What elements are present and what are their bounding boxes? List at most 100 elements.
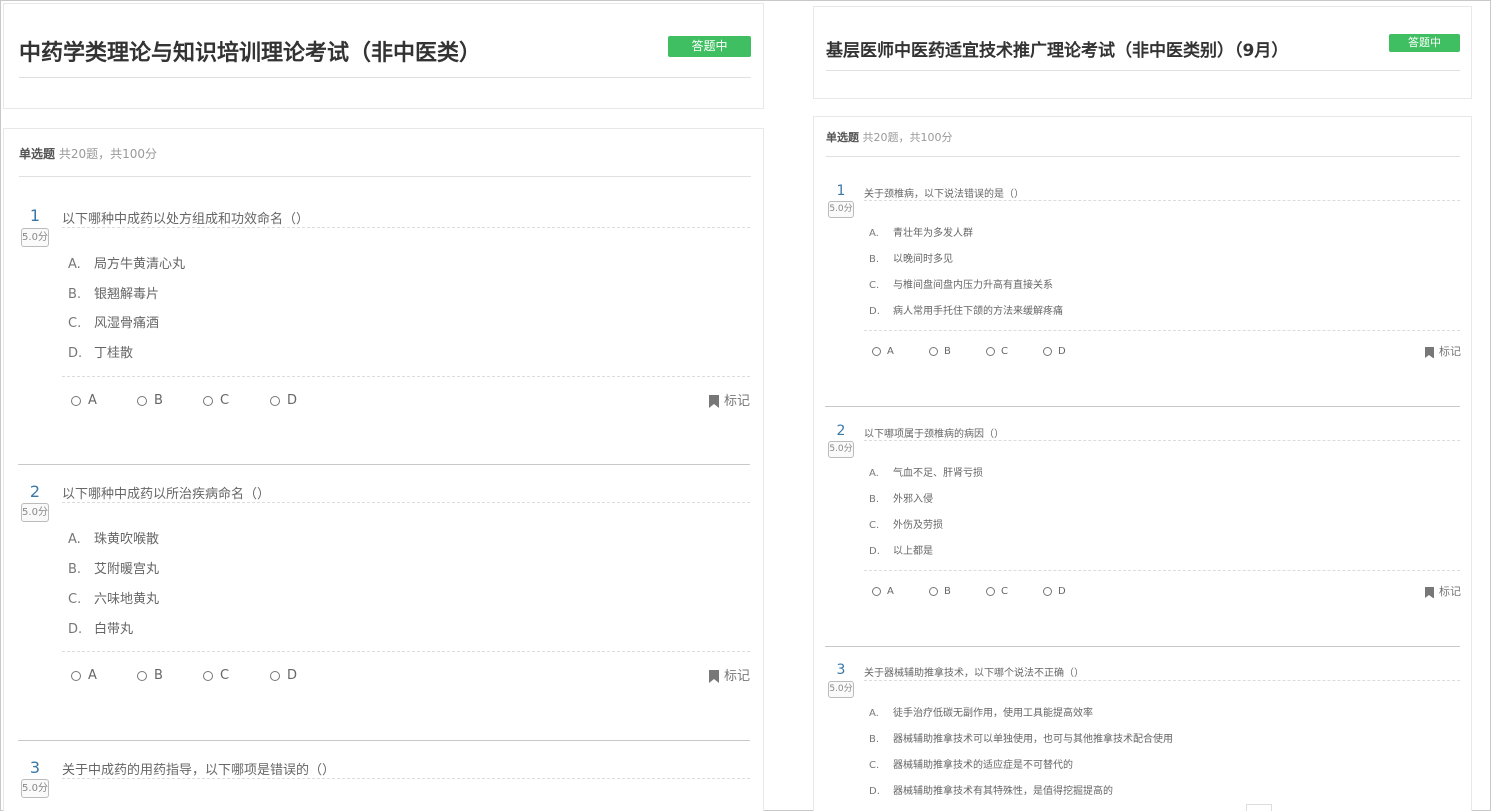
question-number: 1 xyxy=(836,183,846,199)
option-a[interactable]: A. 局方牛黄清心丸 xyxy=(68,253,185,272)
back-to-top-button[interactable] xyxy=(1246,804,1272,811)
question-number: 1 xyxy=(29,206,41,225)
option-a[interactable]: A. 气血不足、肝肾亏损 xyxy=(869,464,983,479)
option-text: 局方牛黄清心丸 xyxy=(94,257,186,272)
option-letter: B. xyxy=(869,494,880,505)
option-text: 白带丸 xyxy=(94,622,134,637)
question-text: 以下哪项属于颈椎病的病因（） xyxy=(864,429,1004,440)
radio-d[interactable]: D xyxy=(1043,586,1066,597)
radio-c[interactable]: C xyxy=(986,346,1008,357)
option-c[interactable]: C. 六味地黄丸 xyxy=(68,588,159,607)
option-letter: C. xyxy=(869,760,880,771)
divider xyxy=(864,200,1460,201)
status-badge: 答题中 xyxy=(668,36,751,57)
question-number: 2 xyxy=(836,423,846,439)
option-c[interactable]: C. 风湿骨痛酒 xyxy=(68,312,159,331)
section-type: 单选题 xyxy=(19,147,56,161)
option-letter: C. xyxy=(869,280,880,291)
radio-b[interactable]: B xyxy=(929,346,951,357)
radio-c[interactable]: C xyxy=(203,393,229,408)
radio-label: A xyxy=(887,586,894,597)
divider xyxy=(62,376,750,377)
option-b[interactable]: B. 器械辅助推拿技术可以单独使用，也可与其他推拿技术配合使用 xyxy=(869,730,1173,745)
option-letter: B. xyxy=(869,734,880,745)
option-d[interactable]: D. 丁桂散 xyxy=(68,342,133,361)
option-letter: D. xyxy=(869,786,880,797)
section-header: 单选题 共20题，共100分 xyxy=(826,129,953,145)
option-text: 外邪入侵 xyxy=(893,494,933,505)
option-c[interactable]: C. 与椎间盘间盘内压力升高有直接关系 xyxy=(869,276,1053,291)
question-separator xyxy=(825,646,1460,647)
radio-b[interactable]: B xyxy=(929,586,951,597)
radio-d[interactable]: D xyxy=(270,668,297,683)
option-b[interactable]: B. 外邪入侵 xyxy=(869,490,933,505)
radio-circle-icon xyxy=(137,670,147,681)
option-text: 病人常用手托住下颌的方法来缓解疼痛 xyxy=(893,306,1063,317)
option-d[interactable]: D. 白带丸 xyxy=(68,618,133,637)
radio-circle-icon xyxy=(1043,586,1052,596)
option-a[interactable]: A. 青壮年为多发人群 xyxy=(869,224,973,239)
option-c[interactable]: C. 外伤及劳损 xyxy=(869,516,943,531)
option-letter: A. xyxy=(68,532,81,547)
option-letter: A. xyxy=(869,228,879,239)
option-a[interactable]: A. 徒手治疗低碳无副作用，使用工具能提高效率 xyxy=(869,704,1093,719)
radio-a[interactable]: A xyxy=(872,586,894,597)
option-text: 六味地黄丸 xyxy=(94,592,160,607)
radio-label: B xyxy=(944,586,951,597)
exam-header-card: 中药学类理论与知识培训理论考试（非中医类） 答题中 xyxy=(3,3,764,109)
radio-b[interactable]: B xyxy=(137,668,163,683)
radio-a[interactable]: A xyxy=(71,668,97,683)
radio-d[interactable]: D xyxy=(270,393,297,408)
radio-label: D xyxy=(1058,346,1066,357)
radio-c[interactable]: C xyxy=(203,668,229,683)
radio-label: A xyxy=(88,668,97,683)
radio-label: D xyxy=(1058,586,1066,597)
divider xyxy=(62,227,750,228)
option-letter: D. xyxy=(869,546,880,557)
option-c[interactable]: C. 器械辅助推拿技术的适应症是不可替代的 xyxy=(869,756,1073,771)
radio-label: C xyxy=(220,668,230,683)
radio-label: B xyxy=(944,346,951,357)
option-d[interactable]: D. 以上都是 xyxy=(869,542,933,557)
divider xyxy=(826,70,1460,71)
option-letter: D. xyxy=(68,622,83,637)
question-section-card: 单选题 共20题，共100分 xyxy=(3,128,764,811)
option-text: 青壮年为多发人群 xyxy=(893,228,973,239)
radio-d[interactable]: D xyxy=(1043,346,1066,357)
divider xyxy=(62,651,750,652)
radio-a[interactable]: A xyxy=(71,393,97,408)
option-letter: D. xyxy=(869,306,880,317)
mark-label: 标记 xyxy=(1439,585,1461,598)
mark-button[interactable]: 标记 xyxy=(709,390,750,409)
radio-c[interactable]: C xyxy=(986,586,1008,597)
question-separator xyxy=(825,406,1460,407)
option-b[interactable]: B. 艾附暖宫丸 xyxy=(68,558,159,577)
option-b[interactable]: B. 以晚间时多见 xyxy=(869,250,953,265)
mark-button[interactable]: 标记 xyxy=(1425,583,1461,599)
question-separator xyxy=(18,740,750,741)
option-letter: A. xyxy=(68,257,81,272)
option-letter: D. xyxy=(68,346,83,361)
option-letter: A. xyxy=(869,708,879,719)
radio-a[interactable]: A xyxy=(872,346,894,357)
option-text: 器械辅助推拿技术可以单独使用，也可与其他推拿技术配合使用 xyxy=(893,734,1173,745)
exam-header-card: 基层医师中医药适宜技术推广理论考试（非中医类别）（9月） 答题中 xyxy=(813,6,1472,99)
radio-b[interactable]: B xyxy=(137,393,163,408)
mark-label: 标记 xyxy=(724,394,751,409)
option-a[interactable]: A. 珠黄吹喉散 xyxy=(68,528,159,547)
exam-pane-left: 中药学类理论与知识培训理论考试（非中医类） 答题中 单选题 共20题，共100分… xyxy=(0,0,775,811)
question-text: 以下哪种中成药以处方组成和功效命名（） xyxy=(62,212,310,227)
option-d[interactable]: D. 器械辅助推拿技术有其特殊性，是值得挖掘提高的 xyxy=(869,782,1113,797)
option-letter: B. xyxy=(68,287,82,302)
mark-button[interactable]: 标记 xyxy=(1425,343,1461,359)
question-number: 3 xyxy=(836,662,846,678)
mark-button[interactable]: 标记 xyxy=(709,665,750,684)
radio-circle-icon xyxy=(71,670,81,681)
option-d[interactable]: D. 病人常用手托住下颌的方法来缓解疼痛 xyxy=(869,302,1063,317)
radio-label: B xyxy=(154,393,163,408)
option-letter: C. xyxy=(869,520,880,531)
option-b[interactable]: B. 银翘解毒片 xyxy=(68,283,159,302)
option-text: 银翘解毒片 xyxy=(94,287,160,302)
radio-circle-icon xyxy=(929,586,938,596)
bookmark-icon xyxy=(709,395,719,408)
